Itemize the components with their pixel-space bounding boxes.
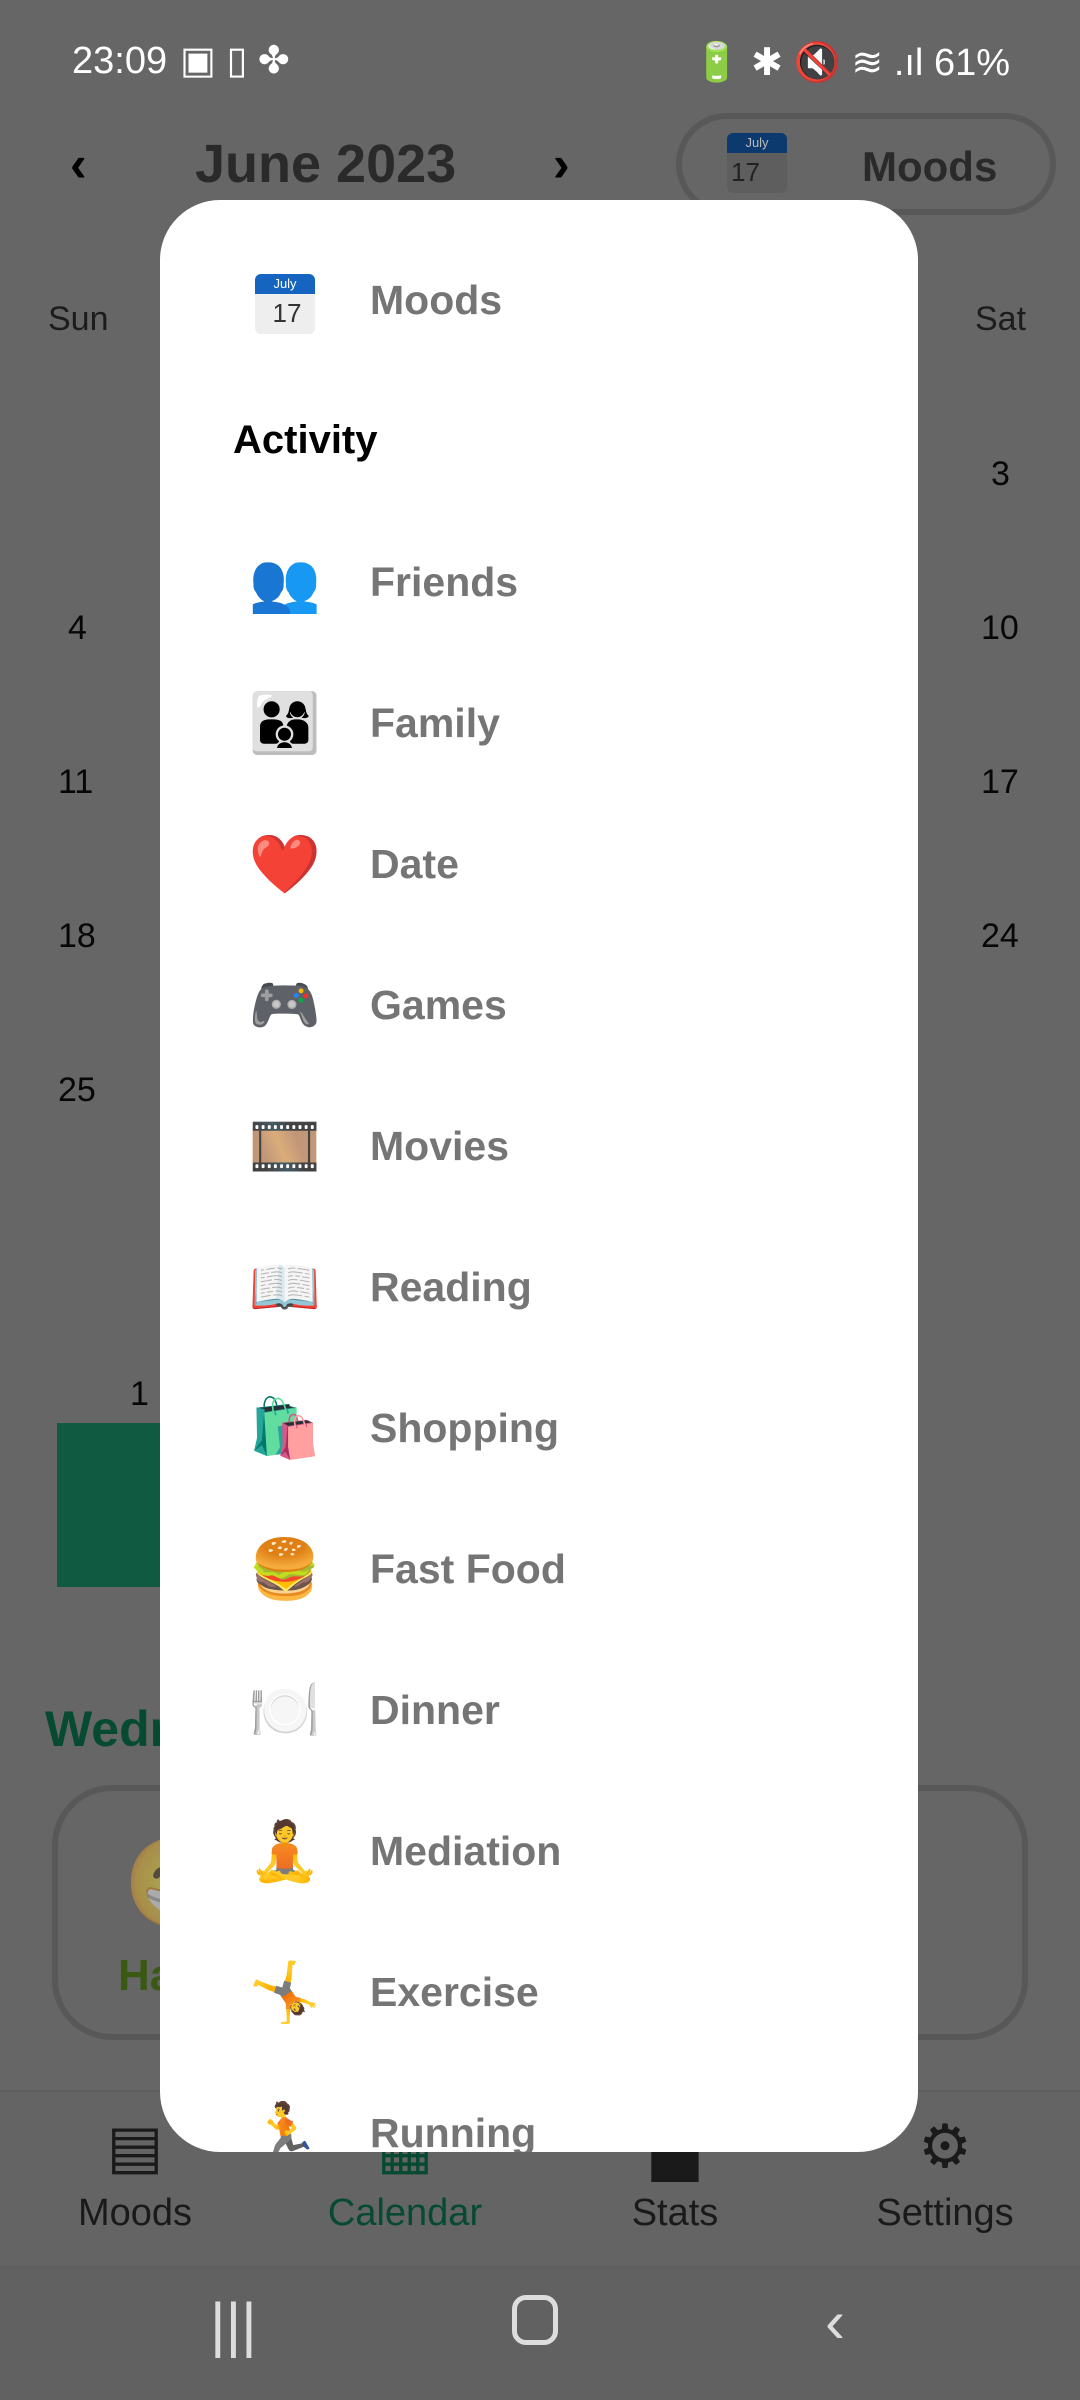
date-cell[interactable]: 4 <box>68 609 87 648</box>
games-icon: 🎮 <box>248 972 322 1038</box>
menu-item-label: Dinner <box>370 1687 500 1733</box>
status-time: 23:09 <box>72 40 168 82</box>
menu-item-label: Movies <box>370 1123 509 1169</box>
menu-item-shopping[interactable]: 🛍️ Shopping <box>190 1358 888 1499</box>
calendar-icon: July 17 <box>727 133 787 193</box>
notification-icons: ▣ ▯ ✤ <box>180 40 290 82</box>
menu-item-label: Running <box>370 2110 537 2152</box>
date-cell[interactable]: 17 <box>981 763 1019 802</box>
menu-item-fast-food[interactable]: 🍔 Fast Food <box>190 1499 888 1640</box>
reading-icon: 📖 <box>248 1254 322 1320</box>
system-icons: 🔋 ✱ 🔇 ≋ .ıl <box>693 42 934 84</box>
date-cell[interactable]: 24 <box>981 917 1019 956</box>
running-icon: 🏃 <box>248 2100 322 2153</box>
menu-item-label: Friends <box>370 559 519 605</box>
menu-item-friends[interactable]: 👥 Friends <box>190 512 888 653</box>
view-toggle-label: Moods <box>862 143 998 190</box>
menu-item-exercise[interactable]: 🤸 Exercise <box>190 1922 888 2063</box>
menu-item-movies[interactable]: 🎞️ Movies <box>190 1076 888 1217</box>
friends-icon: 👥 <box>248 549 322 615</box>
menu-item-games[interactable]: 🎮 Games <box>190 935 888 1076</box>
menu-item-reading[interactable]: 📖 Reading <box>190 1217 888 1358</box>
mood-bar <box>57 1423 160 1587</box>
menu-item-label: Reading <box>370 1264 532 1310</box>
date-cell[interactable]: 18 <box>58 917 96 956</box>
status-bar: 23:09 ▣ ▯ ✤ 🔋 ✱ 🔇 ≋ .ıl 61% <box>0 0 1080 125</box>
battery-percent: 61% <box>933 42 1010 84</box>
date-cell[interactable]: 11 <box>58 763 93 802</box>
recents-button[interactable]: ||| <box>210 2290 257 2359</box>
home-button[interactable] <box>512 2295 558 2345</box>
menu-item-running[interactable]: 🏃 Running <box>190 2063 888 2153</box>
prev-month-button[interactable]: ‹ <box>70 135 87 193</box>
dinner-icon: 🍽️ <box>248 1677 322 1743</box>
menu-item-label: Exercise <box>370 1969 539 2015</box>
menu-item-date[interactable]: ❤️ Date <box>190 794 888 935</box>
category-menu: July 17 Moods Activity 👥 Friends 👨‍👩‍👦 Famil… <box>160 200 918 2152</box>
date-cell[interactable]: 3 <box>991 455 1010 494</box>
fast-food-icon: 🍔 <box>248 1536 322 1602</box>
menu-item-label: Games <box>370 982 507 1028</box>
date-cell[interactable]: 10 <box>981 609 1019 648</box>
menu-item-label: Shopping <box>370 1405 560 1451</box>
calendar-icon: July 17 <box>190 267 340 335</box>
mediation-icon: 🧘 <box>248 1818 322 1884</box>
exercise-icon: 🤸 <box>248 1959 322 2025</box>
date-icon: ❤️ <box>248 831 322 897</box>
weekday-sat: Sat <box>975 300 1027 338</box>
menu-item-label: Mediation <box>370 1828 562 1874</box>
menu-item-label: Date <box>370 841 459 887</box>
shopping-icon: 🛍️ <box>248 1395 322 1461</box>
date-cell[interactable]: 25 <box>58 1071 96 1110</box>
family-icon: 👨‍👩‍👦 <box>248 690 322 756</box>
month-title: June 2023 <box>195 134 457 194</box>
menu-item-mediation[interactable]: 🧘 Mediation <box>190 1781 888 1922</box>
movies-icon: 🎞️ <box>248 1113 322 1179</box>
menu-item-moods[interactable]: July 17 Moods <box>190 230 888 371</box>
menu-item-family[interactable]: 👨‍👩‍👦 Family <box>190 653 888 794</box>
menu-item-label: Fast Food <box>370 1546 566 1592</box>
back-button[interactable]: ‹ <box>825 2287 845 2356</box>
system-nav-bar: ||| ‹ <box>0 2265 1080 2400</box>
menu-item-dinner[interactable]: 🍽️ Dinner <box>190 1640 888 1781</box>
menu-item-label: Family <box>370 700 500 746</box>
next-month-button[interactable]: › <box>553 135 570 193</box>
weekday-sun: Sun <box>48 300 109 338</box>
bar-count-label: 1 <box>130 1375 149 1413</box>
status-right: 🔋 ✱ 🔇 ≋ .ıl 61% <box>693 40 1010 85</box>
section-header: Activity <box>233 418 378 462</box>
